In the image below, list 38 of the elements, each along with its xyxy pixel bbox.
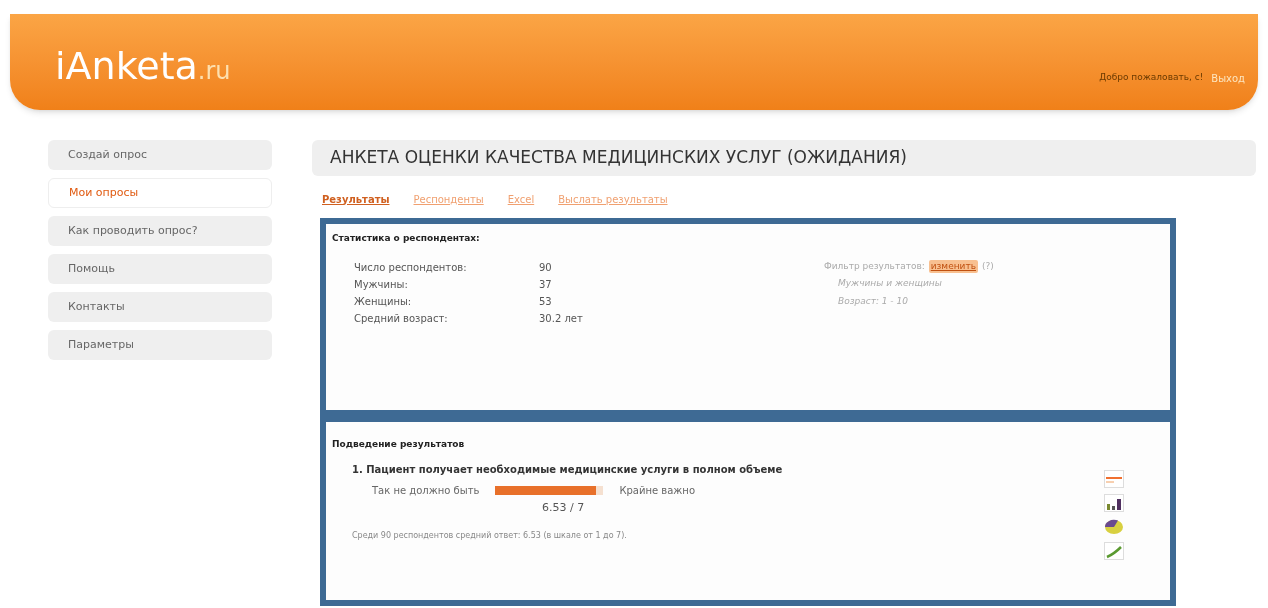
stat-value: 53 <box>539 294 552 309</box>
stat-value: 30.2 лет <box>539 311 583 326</box>
tab-link[interactable]: Респонденты <box>413 191 484 207</box>
stat-label: Число респондентов: <box>354 260 468 275</box>
logout-link[interactable]: Выход <box>1211 70 1245 86</box>
sidebar-item[interactable]: Как проводить опрос? <box>48 216 272 246</box>
help-hint: (?) <box>982 259 994 273</box>
sidebar-item[interactable]: Помощь <box>48 254 272 284</box>
site-logo[interactable]: iAnketa.ru <box>55 29 231 95</box>
filter-text: Возраст: 1 - 10 <box>837 294 909 308</box>
stat-label: Женщины: <box>354 294 413 309</box>
sidebar-item[interactable]: Мои опросы <box>48 178 272 208</box>
scale-high-label: Крайне важно <box>619 483 695 498</box>
sidebar-item[interactable]: Параметры <box>48 330 272 360</box>
stat-value: 37 <box>539 277 552 292</box>
score-text: 6.53 / 7 <box>541 499 586 516</box>
page-title: АНКЕТА ОЦЕНКИ КАЧЕСТВА МЕДИЦИНСКИХ УСЛУГ (ОЖИДАНИЯ) <box>312 140 1256 176</box>
summary-note: Среди 90 респондентов средний ответ: 6.53 (в шкале от 1 до 7). <box>352 530 628 542</box>
filter-label: Фильтр результатов: <box>824 259 925 273</box>
tab-link[interactable]: Выслать результаты <box>558 191 668 207</box>
section-title: Подведение результатов <box>332 438 466 451</box>
tab-link[interactable]: Excel <box>507 191 535 207</box>
scale-low-label: Так не должно быть <box>372 483 480 498</box>
change-filter-link[interactable]: изменить <box>928 259 978 273</box>
tab-link[interactable]: Результаты <box>322 191 390 207</box>
line-chart-icon[interactable] <box>1104 469 1124 488</box>
pie-chart-icon[interactable] <box>1104 517 1124 536</box>
bar-chart-icon[interactable] <box>1104 493 1124 512</box>
stat-value: 90 <box>539 260 552 275</box>
welcome-text: Добро пожаловать, с! <box>1099 71 1204 85</box>
sidebar-item[interactable]: Контакты <box>48 292 272 322</box>
area-chart-icon[interactable] <box>1104 541 1124 560</box>
filter-text: Мужчины и женщины <box>837 277 943 290</box>
question-title: 1. Пациент получает необходимые медицинские услуги в полном объеме <box>352 462 783 477</box>
stat-label: Средний возраст: <box>354 311 449 326</box>
sidebar-item[interactable]: Создай опрос <box>48 140 272 170</box>
section-title: Статистика о респондентах: <box>332 232 481 245</box>
stat-label: Мужчины: <box>354 277 409 292</box>
